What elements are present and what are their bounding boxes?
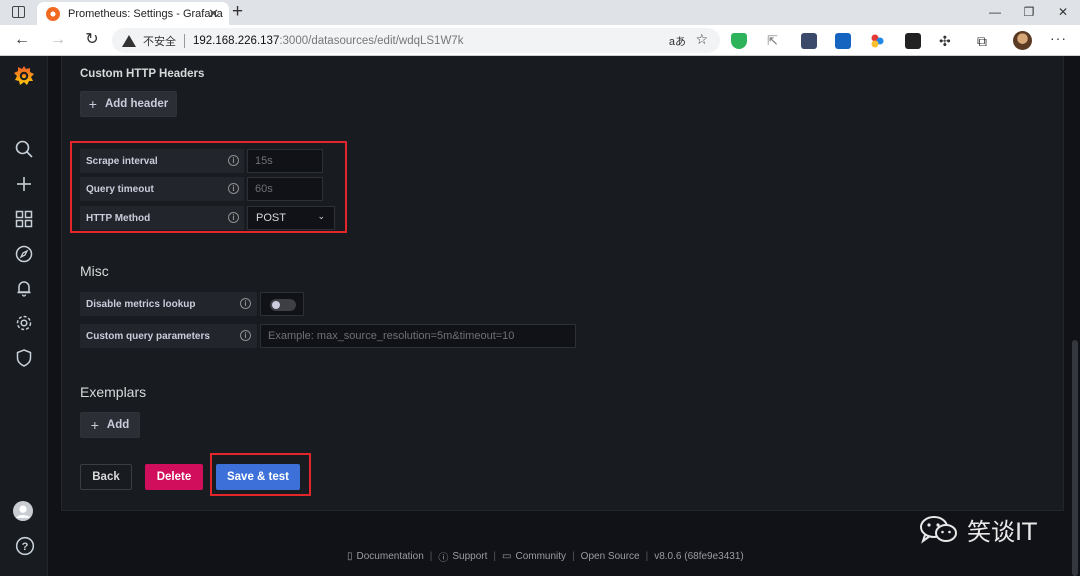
disable-metrics-lookup-toggle-wrap — [260, 292, 304, 316]
footer-open-source-link[interactable]: Open Source — [581, 551, 640, 562]
shield-extension-icon[interactable] — [731, 33, 747, 49]
exemplars-title: Exemplars — [80, 384, 147, 400]
browser-tab-bar: Prometheus: Settings - Grafana ✕ + — ❐ ✕ — [0, 0, 1080, 25]
url-path: :3000/datasources/edit/wdqLS1W7k — [279, 34, 464, 47]
question-circle-icon: ⓘ — [438, 553, 449, 564]
scrollbar[interactable] — [1070, 56, 1080, 576]
grafana-sidebar: ? — [0, 56, 48, 576]
footer-community-link[interactable]: Community — [515, 551, 566, 562]
collections-icon[interactable]: ⧉ — [977, 33, 993, 49]
new-tab-button[interactable]: + — [232, 1, 243, 23]
restore-icon[interactable]: ❐ — [1012, 0, 1046, 25]
search-icon[interactable] — [14, 139, 34, 159]
custom-http-headers-title: Custom HTTP Headers — [80, 68, 205, 80]
disable-metrics-lookup-label: Disable metrics lookup i — [80, 292, 257, 316]
warning-icon — [122, 34, 136, 47]
highlight-box-settings — [70, 141, 347, 233]
refresh-icon[interactable]: ↻ — [82, 30, 102, 50]
footer-documentation-link[interactable]: Documentation — [357, 551, 424, 562]
extensions-icon[interactable]: ✣ — [939, 33, 955, 49]
tab-title: Prometheus: Settings - Grafana — [68, 7, 223, 20]
add-exemplar-button[interactable]: + Add — [80, 412, 140, 438]
plus-icon: + — [90, 417, 99, 433]
footer-version: v8.0.6 (68fe9e3431) — [654, 551, 744, 562]
create-plus-icon[interactable] — [14, 174, 34, 194]
browser-tab[interactable]: Prometheus: Settings - Grafana ✕ — [37, 2, 229, 25]
browser-toolbar: ← → ↻ 不安全 192.168.226.137 :3000/datasour… — [0, 25, 1080, 56]
watermark: 笑谈IT — [919, 512, 1037, 547]
footer: ▯ Documentation | ⓘ Support | ▭ Communit… — [347, 551, 744, 564]
plus-icon: + — [88, 96, 97, 112]
delete-button[interactable]: Delete — [145, 464, 203, 490]
more-menu-icon[interactable]: ··· — [1050, 30, 1067, 46]
disable-metrics-lookup-toggle[interactable] — [270, 299, 296, 311]
add-header-button[interactable]: + Add header — [80, 91, 177, 117]
misc-title: Misc — [80, 263, 109, 279]
forward-arrow-icon[interactable]: → — [48, 30, 68, 50]
alerting-bell-icon[interactable] — [14, 278, 34, 298]
tab-actions-icon[interactable] — [12, 6, 25, 18]
url-host: 192.168.226.137 — [193, 34, 280, 47]
address-bar[interactable]: 不安全 192.168.226.137 :3000/datasources/ed… — [112, 28, 720, 53]
footer-support-link[interactable]: Support — [452, 551, 487, 562]
configuration-gear-icon[interactable] — [14, 313, 34, 333]
grafana-logo-icon[interactable] — [13, 65, 35, 87]
svg-text:?: ? — [22, 541, 29, 553]
custom-query-parameters-input[interactable]: Example: max_source_resolution=5m&timeou… — [260, 324, 576, 348]
window-controls: — ❐ ✕ — [978, 0, 1080, 25]
highlight-box-save — [210, 453, 311, 496]
info-icon[interactable]: i — [240, 298, 251, 309]
disable-metrics-lookup-text: Disable metrics lookup — [86, 298, 196, 310]
settings-card — [61, 56, 1064, 511]
bookmark-extension-icon[interactable] — [835, 33, 851, 49]
watermark-text: 笑谈IT — [967, 518, 1037, 546]
info-icon[interactable]: i — [240, 330, 251, 341]
add-exemplar-label: Add — [106, 419, 130, 431]
back-button[interactable]: Back — [80, 464, 132, 490]
media-extension-icon[interactable] — [905, 33, 921, 49]
help-icon[interactable]: ? — [15, 536, 35, 556]
back-arrow-icon[interactable]: ← — [12, 30, 32, 50]
custom-query-parameters-text: Custom query parameters — [86, 330, 210, 342]
dashboards-grid-icon[interactable] — [14, 209, 34, 229]
explore-compass-icon[interactable] — [14, 244, 34, 264]
scrollbar-thumb[interactable] — [1072, 340, 1078, 576]
grafana-favicon-icon — [46, 6, 60, 21]
favorite-star-icon[interactable]: ☆ — [695, 31, 708, 48]
user-avatar-icon[interactable] — [13, 501, 35, 523]
add-header-label: Add header — [104, 98, 169, 110]
custom-query-parameters-label: Custom query parameters i — [80, 324, 257, 348]
window-close-icon[interactable]: ✕ — [1046, 0, 1080, 25]
comment-icon: ▭ — [502, 551, 512, 562]
profile-avatar[interactable] — [1013, 31, 1032, 50]
wechat-icon — [919, 515, 959, 545]
server-admin-shield-icon[interactable] — [14, 348, 34, 368]
colorful-extension-icon[interactable] — [869, 33, 885, 49]
read-aloud-icon[interactable]: aあ — [669, 33, 686, 49]
insecure-label[interactable]: 不安全 — [143, 33, 176, 49]
puzzle-box-extension-icon[interactable] — [801, 33, 817, 49]
document-icon: ▯ — [347, 551, 353, 562]
cursor-extension-icon[interactable]: ⇱ — [767, 33, 783, 49]
tab-close-icon[interactable]: ✕ — [208, 6, 219, 22]
minimize-icon[interactable]: — — [978, 0, 1012, 25]
